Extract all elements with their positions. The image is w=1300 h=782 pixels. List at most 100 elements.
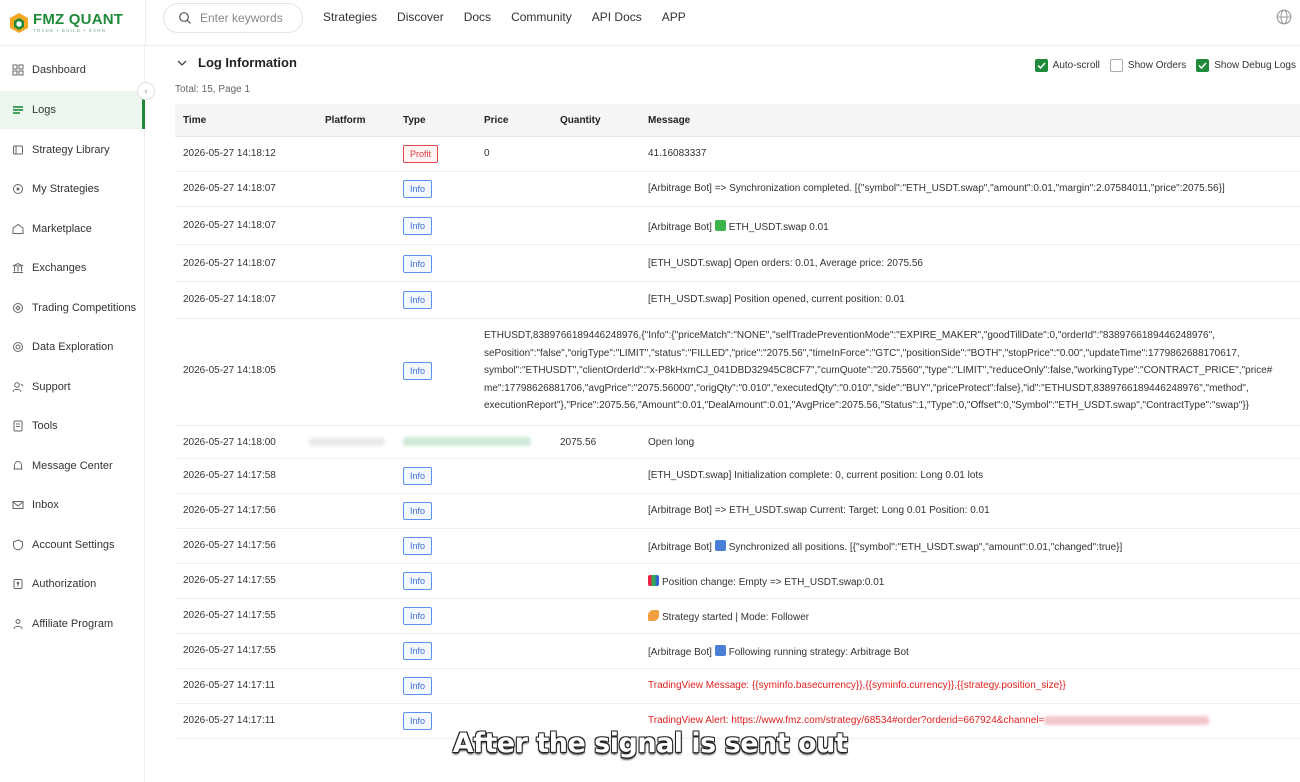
column-header-message[interactable]: Message [648,115,690,126]
auto-scroll-checkbox[interactable]: Auto-scroll [1034,59,1100,72]
sidebar-item-label: Authorization [32,578,97,590]
sidebar-item-label: Dashboard [32,64,86,76]
cell-time: 2026-05-27 14:18:07 [183,220,276,231]
type-badge-info: Info [403,217,433,235]
table-header: Time Platform Type Price Quantity Messag… [175,104,1300,137]
cell-message: 41.16083337 [648,148,707,159]
type-badge-info: Info [403,537,433,555]
cell-time: 2026-05-27 14:17:11 [183,680,276,691]
message-text: Strategy started | Mode: Follower [662,612,810,623]
type-badge-info: Info [403,180,433,198]
column-header-price[interactable]: Price [484,115,508,126]
message-line: ETHUSDT,8389766189446248976,{"Info":{"pr… [484,330,1215,341]
search-input[interactable] [200,11,296,25]
sidebar-item-label: Tools [32,420,58,432]
rocket-icon [648,610,659,621]
show-debug-logs-checkbox[interactable]: Show Debug Logs [1196,59,1296,72]
table-row: 2026-05-27 14:17:11 Info TradingView Mes… [175,669,1300,704]
cell-message: [ETH_USDT.swap] Initialization complete:… [648,470,984,481]
fmz-logo-icon [9,12,29,34]
library-icon [12,144,24,156]
sidebar-item-label: My Strategies [32,183,100,195]
sidebar-item-my-strategies[interactable]: My Strategies [0,170,145,208]
message-prefix: [Arbitrage Bot] [648,647,712,658]
cell-message: [Arbitrage Bot] Following running strate… [648,645,909,658]
sidebar-item-dashboard[interactable]: Dashboard [0,51,145,89]
sidebar-item-account-settings[interactable]: Account Settings [0,526,145,564]
type-badge-info: Info [403,255,433,273]
type-badge-info: Info [403,502,433,520]
sidebar-item-authorization[interactable]: Authorization [0,565,145,603]
cell-quantity: 2075.56 [560,437,597,448]
sidebar-item-message-center[interactable]: Message Center [0,447,145,485]
nav-strategies[interactable]: Strategies [323,10,377,24]
message-line: sePosition":"false","origType":"LIMIT","… [484,347,1240,359]
sidebar-item-inbox[interactable]: Inbox [0,486,145,524]
table-row: 2026-05-27 14:18:05 Info ETHUSDT,8389766… [175,319,1300,426]
table-row: 2026-05-27 14:18:00 2075.56 Open long [175,426,1300,459]
sidebar-item-label: Marketplace [32,223,92,235]
checkbox-checked-icon [1034,59,1048,72]
marketplace-icon [12,223,24,235]
header-divider [145,0,146,46]
exchange-icon [12,262,24,274]
collapse-sidebar-button[interactable]: ‹ [137,82,155,100]
sidebar-item-logs[interactable]: Logs [0,91,145,129]
table-row: 2026-05-27 14:17:58 Info [ETH_USDT.swap]… [175,459,1300,494]
message-text: Synchronized all positions. [{"symbol":"… [728,542,1123,553]
table-row: 2026-05-27 14:18:07 Info [ETH_USDT.swap]… [175,245,1300,282]
column-header-quantity[interactable]: Quantity [560,115,601,126]
type-badge-info: Info [403,642,433,660]
sidebar-item-marketplace[interactable]: Marketplace [0,210,145,248]
cell-message: ETHUSDT,8389766189446248976,{"Info":{"pr… [484,327,1272,415]
nav-discover[interactable]: Discover [397,10,444,24]
sidebar-item-tools[interactable]: Tools [0,407,145,445]
table-row: 2026-05-27 14:17:56 Info [Arbitrage Bot]… [175,529,1300,564]
sidebar-item-support[interactable]: Support [0,368,145,406]
globe-icon[interactable] [1276,9,1292,25]
strategies-icon [12,183,24,195]
table-row: 2026-05-27 14:18:07 Info [ETH_USDT.swap]… [175,282,1300,319]
cell-time: 2026-05-27 14:18:07 [183,258,276,269]
column-header-time[interactable]: Time [183,115,206,126]
logo[interactable]: FMZ QUANT TRADE • BUILD • EARN [9,7,123,39]
panel-header[interactable]: Log Information [176,55,297,70]
affiliate-icon [12,618,24,630]
cell-time: 2026-05-27 14:17:56 [183,540,276,551]
type-badge-info: Info [403,677,433,695]
checkbox-unchecked-icon [1109,59,1123,72]
nav-app[interactable]: APP [662,10,686,24]
sidebar-item-label: Strategy Library [32,144,110,156]
nav-api-docs[interactable]: API Docs [592,10,642,24]
sidebar-item-label: Exchanges [32,262,87,274]
option-label: Auto-scroll [1052,60,1100,71]
dashboard-icon [12,64,24,76]
sidebar-item-label: Inbox [32,499,59,511]
chevron-down-icon [177,60,187,66]
sidebar-item-affiliate-program[interactable]: Affiliate Program [0,605,145,643]
search-box[interactable] [163,3,303,33]
show-orders-checkbox[interactable]: Show Orders [1109,59,1186,72]
column-header-type[interactable]: Type [403,115,426,126]
cell-time: 2026-05-27 14:17:58 [183,470,276,481]
nav-docs[interactable]: Docs [464,10,491,24]
sidebar-item-exchanges[interactable]: Exchanges [0,249,145,287]
nav-community[interactable]: Community [511,10,572,24]
cell-time: 2026-05-27 14:18:07 [183,183,276,194]
sidebar-item-strategy-library[interactable]: Strategy Library [0,131,145,169]
message-text: Following running strategy: Arbitrage Bo… [728,647,909,658]
table-row: 2026-05-27 14:17:55 Info Position change… [175,564,1300,599]
type-badge-info: Info [403,572,433,590]
sidebar-item-trading-competitions[interactable]: Trading Competitions [0,289,145,327]
message-text: TradingView Alert: https://www.fmz.com/s… [648,715,1045,726]
cell-time: 2026-05-27 14:18:12 [183,148,276,159]
sidebar-item-label: Support [32,381,71,393]
table-row: 2026-05-27 14:18:07 Info [Arbitrage Bot]… [175,207,1300,245]
sidebar-item-data-exploration[interactable]: Data Exploration [0,328,145,366]
sync-icon [714,540,726,551]
message-text: ETH_USDT.swap 0.01 [728,222,829,233]
logo-title: FMZ QUANT [33,11,124,29]
main-content: Log Information Total: 15, Page 1 Auto-s… [160,46,1300,782]
column-header-platform[interactable]: Platform [325,115,366,126]
redacted-type [403,437,531,446]
